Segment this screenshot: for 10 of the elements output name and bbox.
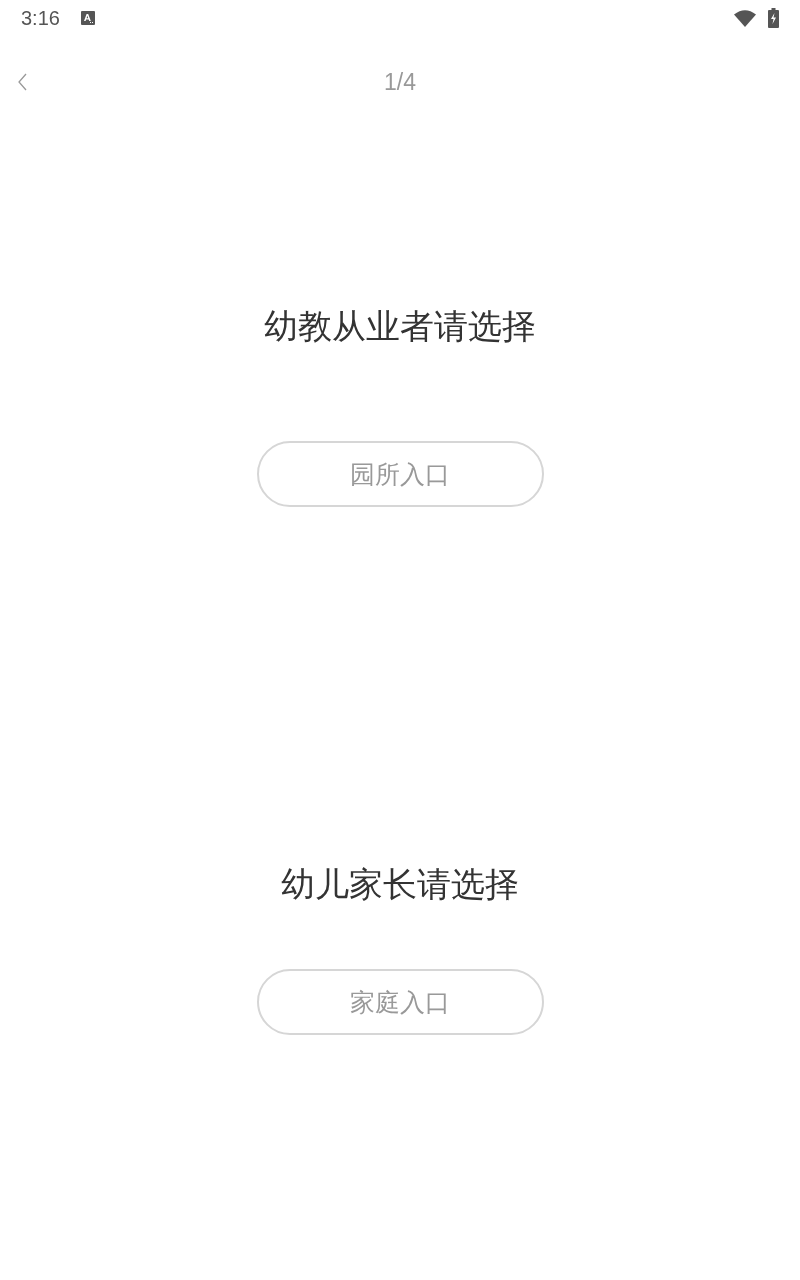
wifi-icon [734, 9, 756, 27]
back-icon[interactable] [18, 73, 28, 91]
status-time: 3:16 [21, 6, 60, 30]
entry-button[interactable]: 园所入口 [256, 441, 544, 507]
entry-button[interactable]: 家庭入口 [256, 969, 544, 1035]
battery-icon [768, 8, 779, 28]
page-indicator: 1/4 [384, 68, 416, 96]
notification-icon [80, 11, 95, 25]
section-title: 幼教从业者请选择 [264, 305, 536, 348]
section-title: 幼儿家长请选择 [281, 863, 519, 906]
